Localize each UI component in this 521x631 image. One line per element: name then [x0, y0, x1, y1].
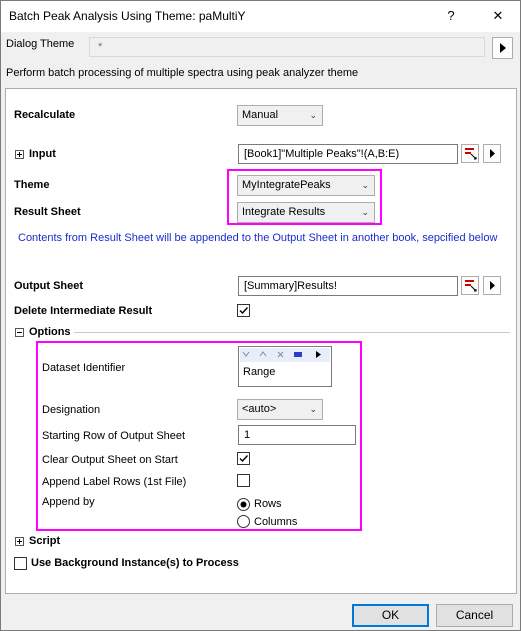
theme-label: Theme — [14, 179, 50, 191]
settings-panel: Recalculate Manual ⌄ Input [Book1]"Multi… — [5, 88, 517, 594]
output-sheet-menu-button[interactable] — [483, 276, 501, 295]
dataset-identifier-toolbar — [240, 348, 330, 362]
dialog-description: Perform batch processing of multiple spe… — [6, 67, 359, 79]
designation-value: <auto> — [242, 403, 277, 415]
output-sheet-label: Output Sheet — [14, 280, 84, 292]
background-instance-label: Use Background Instance(s) to Process — [31, 557, 239, 569]
append-by-columns-radio[interactable] — [237, 515, 250, 528]
recalculate-label: Recalculate — [14, 109, 76, 121]
result-sheet-note: Contents from Result Sheet will be appen… — [18, 232, 498, 244]
append-by-rows-radio[interactable] — [237, 498, 250, 511]
dataset-identifier-label: Dataset Identifier — [42, 362, 126, 374]
dialog-theme-row: Dialog Theme * — [1, 32, 520, 64]
radio-selected-icon — [240, 501, 247, 508]
dataset-toolbar-icons — [242, 351, 321, 358]
select-range-icon — [465, 280, 477, 292]
options-divider — [74, 332, 510, 333]
append-label-rows-label: Append Label Rows (1st File) — [42, 476, 187, 488]
background-instance-checkbox[interactable] — [14, 557, 27, 570]
chevron-down-icon: ⌄ — [309, 110, 317, 120]
input-select-range-button[interactable] — [461, 144, 479, 163]
designation-label: Designation — [42, 404, 101, 416]
play-right-icon — [490, 281, 495, 290]
checkmark-icon — [239, 455, 249, 463]
recalculate-value: Manual — [242, 109, 279, 121]
window-title: Batch Peak Analysis Using Theme: paMulti… — [9, 9, 246, 23]
result-sheet-label: Result Sheet — [14, 206, 81, 218]
clear-output-label: Clear Output Sheet on Start — [42, 454, 178, 466]
append-by-columns-label: Columns — [254, 516, 298, 528]
cancel-button[interactable]: Cancel — [436, 604, 513, 627]
minus-icon — [17, 332, 22, 333]
designation-dropdown[interactable]: <auto> ⌄ — [237, 399, 323, 420]
plus-icon — [17, 539, 22, 544]
dataset-identifier-box[interactable]: Range — [238, 346, 332, 387]
input-expand-toggle[interactable] — [15, 150, 24, 159]
theme-highlight-box — [227, 169, 382, 225]
play-right-icon — [490, 149, 495, 158]
ok-button[interactable]: OK — [352, 604, 429, 627]
delete-intermediate-label: Delete Intermediate Result — [14, 305, 153, 317]
append-by-rows-label: Rows — [254, 498, 282, 510]
script-expand-toggle[interactable] — [15, 537, 24, 546]
close-button[interactable]: ✕ — [484, 5, 512, 27]
input-menu-button[interactable] — [483, 144, 501, 163]
help-button[interactable]: ? — [437, 5, 465, 27]
dataset-identifier-value: Range — [243, 366, 276, 378]
options-collapse-toggle[interactable] — [15, 328, 24, 337]
dialog-window: Batch Peak Analysis Using Theme: paMulti… — [0, 0, 521, 631]
append-label-rows-checkbox[interactable] — [237, 474, 250, 487]
output-sheet-select-button[interactable] — [461, 276, 479, 295]
append-by-label: Append by — [42, 496, 95, 508]
checkmark-icon — [239, 307, 249, 315]
recalculate-dropdown[interactable]: Manual ⌄ — [237, 105, 323, 126]
starting-row-field[interactable]: 1 — [238, 425, 356, 445]
dialog-theme-menu-button[interactable] — [492, 37, 513, 59]
input-range-field[interactable]: [Book1]"Multiple Peaks"!(A,B:E) — [238, 144, 458, 164]
output-sheet-field[interactable]: [Summary]Results! — [238, 276, 458, 296]
script-label: Script — [29, 535, 61, 547]
dialog-theme-field[interactable]: * — [89, 37, 485, 57]
select-range-icon — [465, 148, 477, 160]
starting-row-label: Starting Row of Output Sheet — [42, 430, 186, 442]
title-bar: Batch Peak Analysis Using Theme: paMulti… — [1, 1, 520, 32]
options-label: Options — [29, 326, 71, 338]
plus-icon — [17, 152, 22, 157]
clear-output-checkbox[interactable] — [237, 452, 250, 465]
play-right-icon — [500, 43, 506, 53]
input-label: Input — [29, 148, 56, 160]
delete-intermediate-checkbox[interactable] — [237, 304, 250, 317]
chevron-down-icon: ⌄ — [309, 404, 317, 414]
dialog-theme-label: Dialog Theme — [6, 38, 75, 50]
